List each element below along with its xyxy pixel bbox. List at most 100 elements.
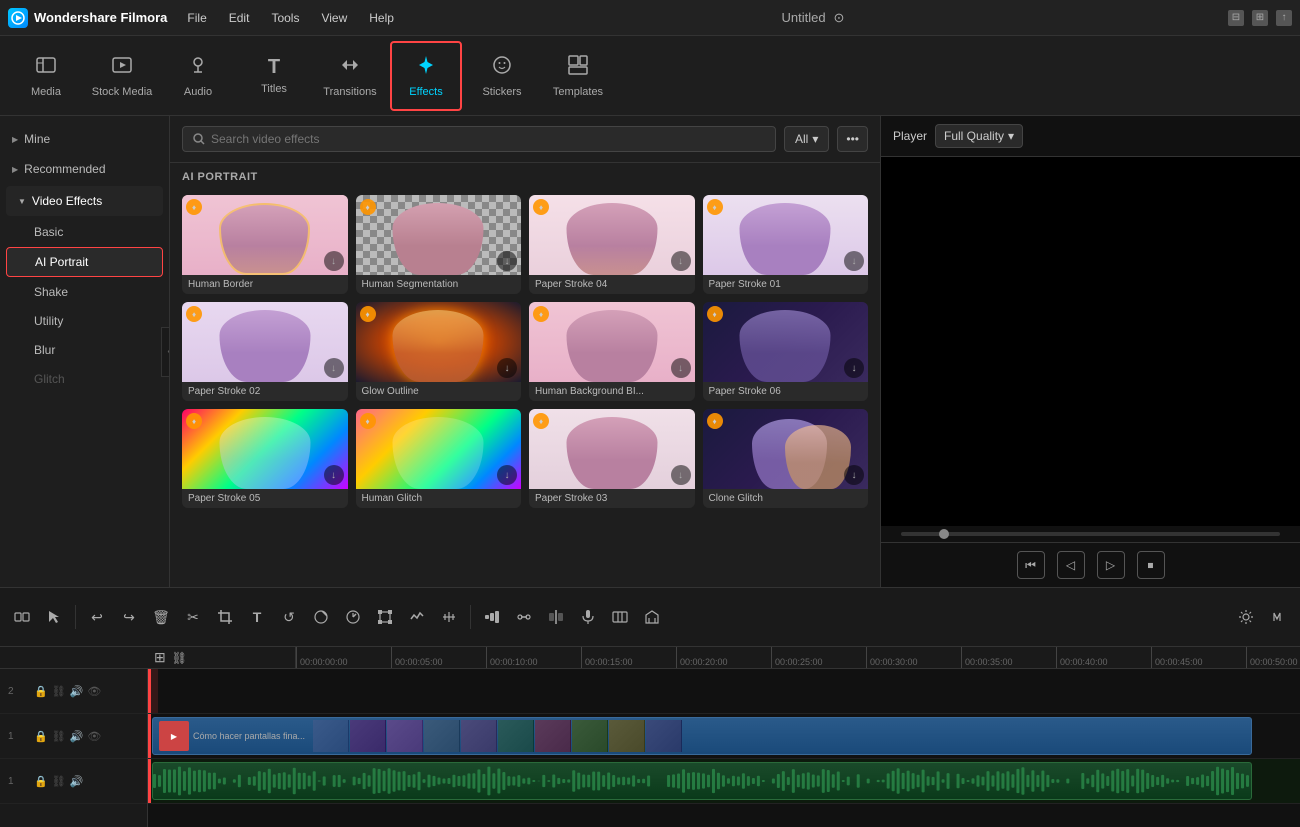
- rotate-button[interactable]: ↺: [275, 603, 303, 631]
- effect-card-paper-stroke-05[interactable]: ♦ ↓ Paper Stroke 05: [182, 409, 348, 508]
- effect-card-human-border[interactable]: ♦ ↓ Human Border: [182, 195, 348, 294]
- download-icon[interactable]: ↓: [324, 465, 344, 485]
- audio-fade-button[interactable]: [435, 603, 463, 631]
- delete-button[interactable]: 🗑: [147, 603, 175, 631]
- select-button[interactable]: [40, 603, 68, 631]
- link-track-button[interactable]: ⛓: [172, 651, 187, 665]
- menu-file[interactable]: File: [183, 9, 210, 27]
- toolbar-effects[interactable]: Effects: [390, 41, 462, 111]
- toolbar-templates[interactable]: Templates: [542, 41, 614, 111]
- waveform-svg: [153, 762, 1251, 800]
- transform-button[interactable]: [371, 603, 399, 631]
- link-track-icon[interactable]: ⛓: [52, 685, 66, 698]
- progress-scrubber[interactable]: [901, 532, 1280, 536]
- download-icon[interactable]: ↓: [497, 465, 517, 485]
- download-icon[interactable]: ↓: [844, 358, 864, 378]
- effect-card-clone-glitch[interactable]: ♦ ↓ Clone Glitch: [703, 409, 869, 508]
- effect-card-human-segmentation[interactable]: ♦ ↓ Human Segmentation: [356, 195, 522, 294]
- link-track-icon[interactable]: ⛓: [52, 730, 66, 743]
- split-button[interactable]: [542, 603, 570, 631]
- toolbar-media[interactable]: Media: [10, 41, 82, 111]
- frame-back-button[interactable]: ◁: [1057, 551, 1085, 579]
- zoom-in-timeline[interactable]: [478, 603, 506, 631]
- toolbar-audio[interactable]: Audio: [162, 41, 234, 111]
- download-icon[interactable]: ↓: [324, 358, 344, 378]
- volume-track-icon[interactable]: 🔊: [70, 685, 84, 698]
- eye-track-icon[interactable]: 👁: [87, 730, 101, 743]
- cut-button[interactable]: ✂: [179, 603, 207, 631]
- sidebar-item-glitch[interactable]: Glitch: [6, 365, 163, 393]
- filter-button[interactable]: All ▾: [784, 126, 829, 152]
- color-button[interactable]: [307, 603, 335, 631]
- speed-button[interactable]: [339, 603, 367, 631]
- sidebar-item-ai-portrait[interactable]: AI Portrait: [6, 247, 163, 277]
- download-icon[interactable]: ↓: [671, 358, 691, 378]
- audio-clip-1[interactable]: [152, 762, 1252, 800]
- add-track-button[interactable]: ⊞: [154, 649, 166, 666]
- effect-card-human-background-bi[interactable]: ♦ ↓ Human Background BI...: [529, 302, 695, 401]
- crop-button[interactable]: [211, 603, 239, 631]
- sidebar-collapse-button[interactable]: ‹: [161, 327, 170, 377]
- link-track-icon[interactable]: ⛓: [52, 775, 66, 788]
- effect-card-human-glitch[interactable]: ♦ ↓ Human Glitch: [356, 409, 522, 508]
- toolbar-transitions[interactable]: Transitions: [314, 41, 386, 111]
- quality-select[interactable]: Full Quality ▾: [935, 124, 1023, 148]
- lock-track-icon[interactable]: 🔒: [34, 730, 48, 743]
- lock-track-icon[interactable]: 🔒: [34, 685, 48, 698]
- play-button[interactable]: ▷: [1097, 551, 1125, 579]
- effect-card-paper-stroke-03[interactable]: ♦ ↓ Paper Stroke 03: [529, 409, 695, 508]
- maximize-button[interactable]: ⊞: [1252, 10, 1268, 26]
- effect-card-paper-stroke-06[interactable]: ♦ ↓ Paper Stroke 06: [703, 302, 869, 401]
- download-icon[interactable]: ↓: [324, 251, 344, 271]
- sidebar-video-effects-section[interactable]: ▼ Video Effects: [6, 186, 163, 216]
- main-video-clip[interactable]: ▶ Cómo hacer pantallas fina...: [152, 717, 1252, 755]
- link-button[interactable]: [510, 603, 538, 631]
- more-tools-button[interactable]: [638, 603, 666, 631]
- toolbar-stickers[interactable]: Stickers: [466, 41, 538, 111]
- menu-edit[interactable]: Edit: [225, 9, 254, 27]
- sidebar-item-utility[interactable]: Utility: [6, 307, 163, 335]
- step-back-button[interactable]: ⏮: [1017, 551, 1045, 579]
- sidebar-mine-section[interactable]: ▶ Mine: [0, 124, 169, 154]
- volume-track-icon[interactable]: 🔊: [70, 775, 84, 788]
- export-button[interactable]: ↑: [1276, 10, 1292, 26]
- toolbar-stock-media[interactable]: Stock Media: [86, 41, 158, 111]
- effect-card-paper-stroke-02[interactable]: ♦ ↓ Paper Stroke 02: [182, 302, 348, 401]
- menu-help[interactable]: Help: [365, 9, 398, 27]
- effect-card-paper-stroke-01[interactable]: ♦ ↓ Paper Stroke 01: [703, 195, 869, 294]
- download-icon[interactable]: ↓: [497, 251, 517, 271]
- stop-button[interactable]: ⏹: [1137, 551, 1165, 579]
- scrubber-handle[interactable]: [939, 529, 949, 539]
- lock-track-icon[interactable]: 🔒: [34, 775, 48, 788]
- menu-tools[interactable]: Tools: [267, 9, 303, 27]
- effect-card-glow-outline[interactable]: ♦ ↓ Glow Outline: [356, 302, 522, 401]
- download-icon[interactable]: ↓: [844, 465, 864, 485]
- download-icon[interactable]: ↓: [671, 251, 691, 271]
- sidebar-item-shake[interactable]: Shake: [6, 278, 163, 306]
- voice-button[interactable]: [574, 603, 602, 631]
- ai-button[interactable]: [1264, 603, 1292, 631]
- toolbar-titles[interactable]: T Titles: [238, 41, 310, 111]
- effect-card-paper-stroke-04[interactable]: ♦ ↓ Paper Stroke 04: [529, 195, 695, 294]
- download-icon[interactable]: ↓: [497, 358, 517, 378]
- redo-button[interactable]: ↪: [115, 603, 143, 631]
- more-options-button[interactable]: •••: [837, 126, 868, 152]
- search-box[interactable]: [182, 126, 776, 152]
- settings-button[interactable]: [1232, 603, 1260, 631]
- sidebar-mine-label: Mine: [24, 132, 50, 146]
- menu-view[interactable]: View: [317, 9, 351, 27]
- stabilize-button[interactable]: [403, 603, 431, 631]
- sidebar-item-basic[interactable]: Basic: [6, 218, 163, 246]
- snap-button[interactable]: [8, 603, 36, 631]
- volume-track-icon[interactable]: 🔊: [70, 730, 84, 743]
- sidebar-recommended-section[interactable]: ▶ Recommended: [0, 154, 169, 184]
- sidebar-item-blur[interactable]: Blur: [6, 336, 163, 364]
- download-icon[interactable]: ↓: [671, 465, 691, 485]
- scene-detect-button[interactable]: [606, 603, 634, 631]
- search-input[interactable]: [211, 132, 765, 146]
- text-button[interactable]: T: [243, 603, 271, 631]
- download-icon[interactable]: ↓: [844, 251, 864, 271]
- undo-button[interactable]: ↩: [83, 603, 111, 631]
- minimize-button[interactable]: ⊟: [1228, 10, 1244, 26]
- eye-track-icon[interactable]: 👁: [87, 685, 101, 698]
